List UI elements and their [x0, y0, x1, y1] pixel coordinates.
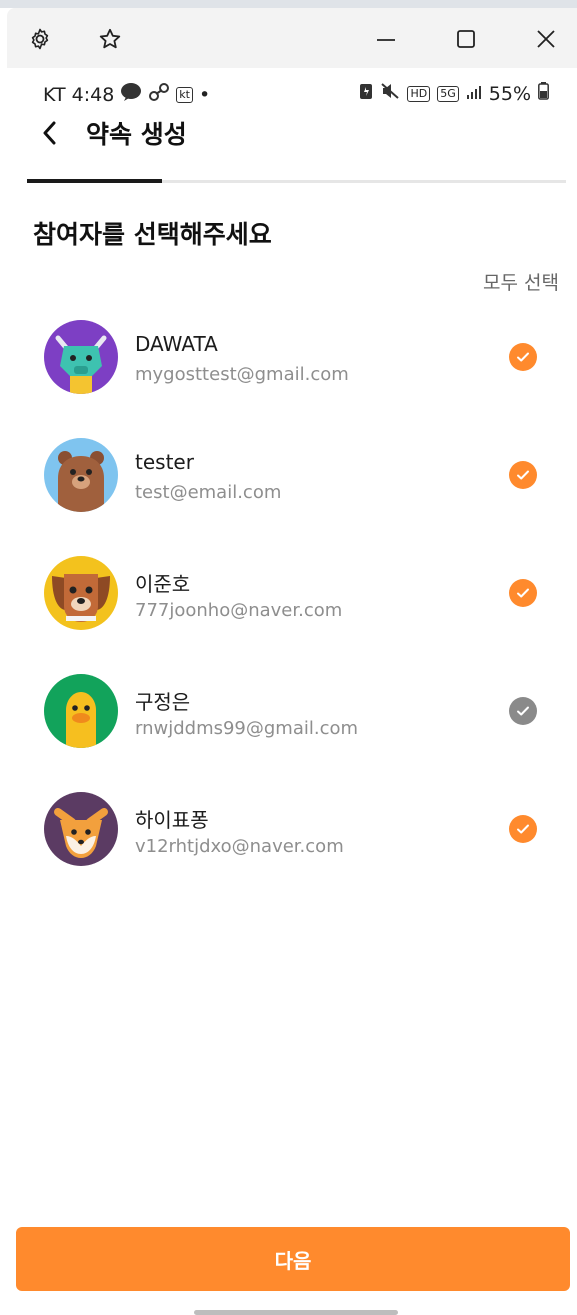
progress-fill: [27, 179, 162, 183]
carrier-time: KT 4:48: [43, 83, 115, 106]
participant-row[interactable]: 구정은 rnwjddms99@gmail.com: [0, 654, 577, 772]
window-top-strip: [0, 0, 577, 8]
check-icon[interactable]: [509, 697, 537, 725]
kt-badge: kt: [176, 86, 193, 103]
participant-email: rnwjddms99@gmail.com: [135, 718, 359, 739]
battery-percent: 55%: [488, 82, 531, 105]
status-bar-left: KT 4:48 kt •: [43, 82, 210, 107]
home-indicator[interactable]: [194, 1310, 398, 1315]
bear-avatar: [44, 438, 118, 512]
check-icon[interactable]: [509, 815, 537, 843]
status-dot: •: [198, 83, 211, 106]
network-badge: 5G: [437, 85, 459, 102]
participant-row[interactable]: 이준호 777joonho@naver.com: [0, 536, 577, 654]
link-icon: [148, 82, 170, 107]
gear-icon[interactable]: [27, 26, 53, 52]
app-header: 약속 생성: [40, 115, 187, 151]
participant-name: 이준호: [135, 572, 191, 596]
section-heading: 참여자를 선택해주세요: [33, 220, 272, 249]
page-title: 약속 생성: [86, 120, 187, 149]
hd-badge: HD: [407, 85, 431, 102]
mute-icon: [380, 82, 400, 105]
close-icon[interactable]: [533, 26, 559, 52]
signal-icon: [466, 83, 482, 105]
participant-name: tester: [135, 450, 194, 474]
dragon-avatar: [44, 320, 118, 394]
participant-email: 777joonho@naver.com: [135, 600, 343, 621]
check-icon[interactable]: [509, 343, 537, 371]
minimize-icon[interactable]: [373, 26, 399, 52]
battery-icon: [538, 82, 549, 105]
participant-name: 구정은: [135, 690, 191, 714]
fox-avatar: [44, 792, 118, 866]
participant-row[interactable]: tester test@email.com: [0, 418, 577, 536]
status-bar-right: HD 5G 55%: [359, 82, 549, 105]
participant-email: v12rhtjdxo@naver.com: [135, 836, 344, 857]
next-button[interactable]: 다음: [16, 1227, 570, 1291]
check-icon[interactable]: [509, 461, 537, 489]
duck-avatar: [44, 674, 118, 748]
back-arrow-icon[interactable]: [40, 116, 64, 150]
participant-email: test@email.com: [135, 482, 282, 503]
check-icon[interactable]: [509, 579, 537, 607]
participant-row[interactable]: DAWATA mygosttest@gmail.com: [0, 300, 577, 418]
talk-icon: [120, 82, 142, 107]
battery-saver-icon: [359, 82, 373, 105]
maximize-icon[interactable]: [453, 26, 479, 52]
dog-avatar: [44, 556, 118, 630]
participant-name: DAWATA: [135, 332, 218, 356]
participant-email: mygosttest@gmail.com: [135, 364, 349, 385]
window-titlebar: [7, 8, 577, 68]
star-icon[interactable]: [97, 26, 123, 52]
select-all-button[interactable]: 모두 선택: [483, 268, 559, 295]
participant-name: 하이표퐁: [135, 808, 209, 832]
participant-row[interactable]: 하이표퐁 v12rhtjdxo@naver.com: [0, 772, 577, 890]
